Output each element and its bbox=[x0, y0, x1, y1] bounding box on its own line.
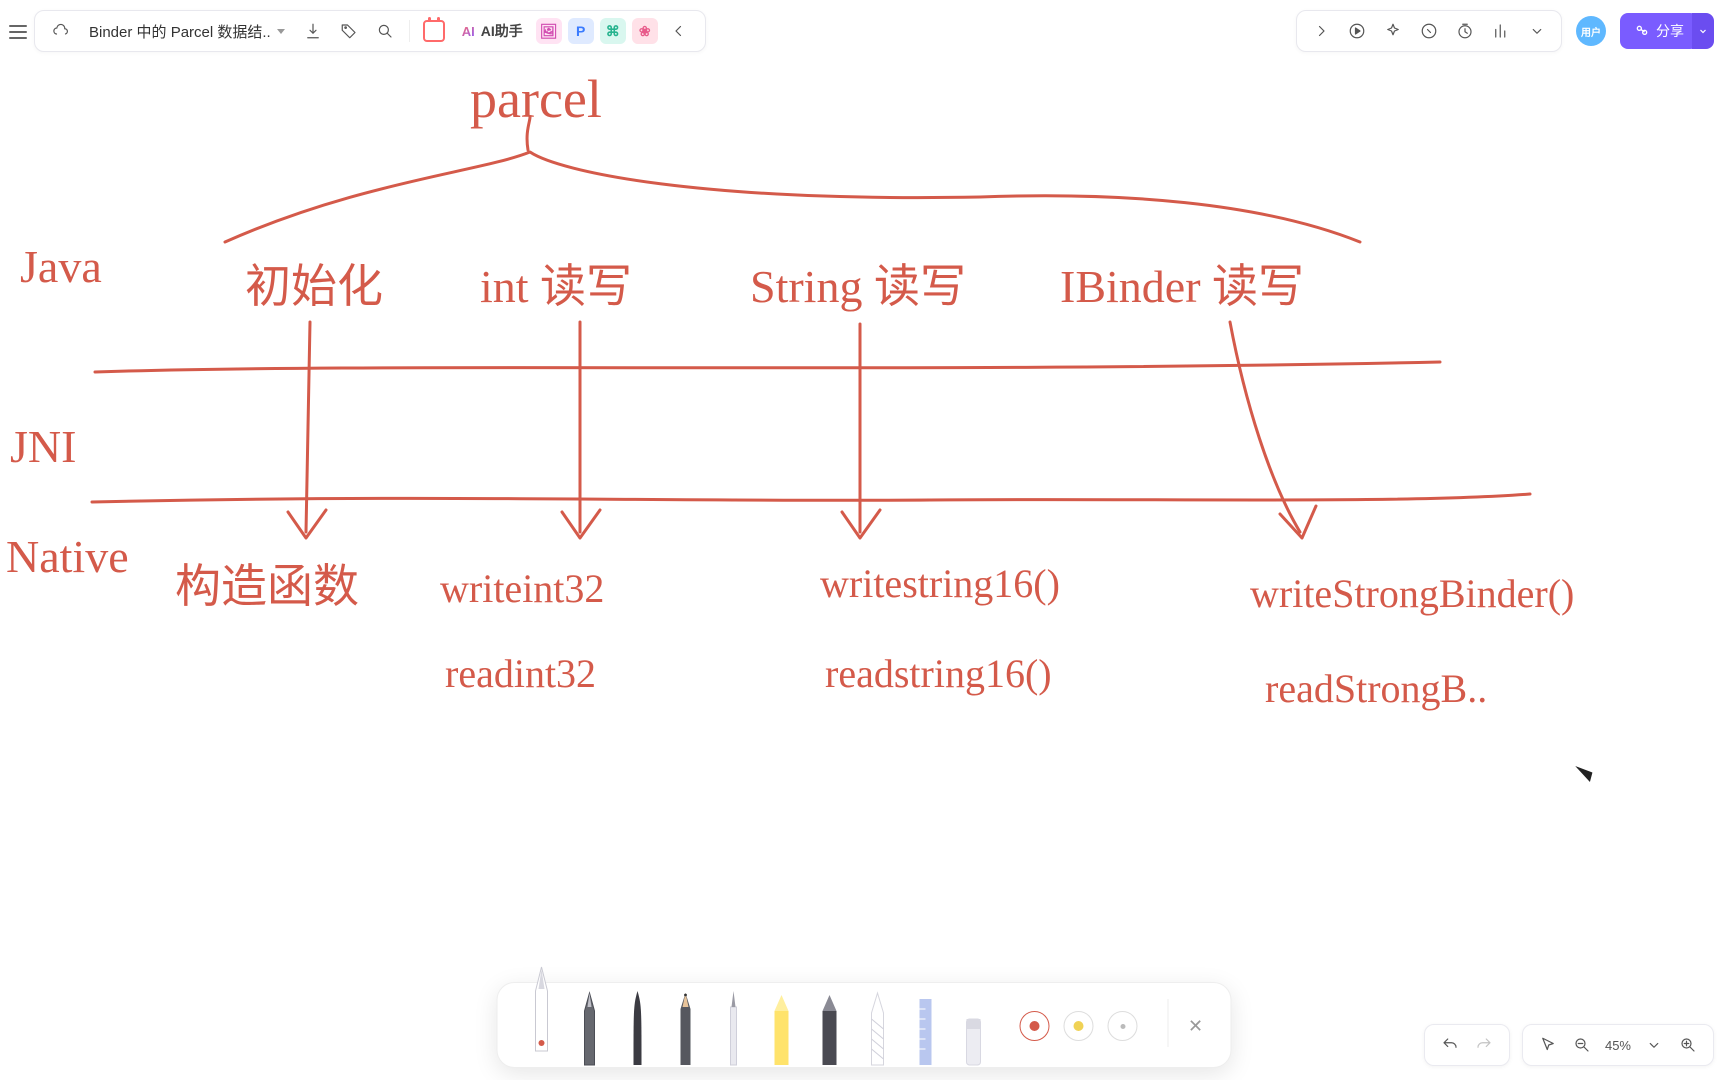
color-yellow-dot[interactable] bbox=[1064, 1011, 1094, 1041]
calendar-button[interactable] bbox=[416, 13, 452, 49]
search-button[interactable] bbox=[367, 13, 403, 49]
share-dropdown-button[interactable] bbox=[1692, 13, 1714, 49]
native-c1: 构造函数 bbox=[175, 561, 359, 612]
native-c4b: readStrongB.. bbox=[1265, 666, 1487, 711]
redo-button[interactable] bbox=[1467, 1028, 1501, 1062]
color-red-dot[interactable] bbox=[1020, 1011, 1050, 1041]
pen-ruler[interactable] bbox=[904, 989, 948, 1067]
highlighter-dark[interactable] bbox=[808, 989, 852, 1067]
col3-label: String 读写 bbox=[750, 261, 966, 312]
tool-link-button[interactable]: ⌘ bbox=[600, 18, 626, 44]
zoom-out-button[interactable] bbox=[1565, 1028, 1599, 1062]
tray-close-button[interactable]: ✕ bbox=[1181, 1011, 1211, 1041]
ai-label: AI助手 bbox=[481, 21, 523, 41]
play-button[interactable] bbox=[1339, 13, 1375, 49]
pen-tray: ✕ bbox=[497, 982, 1232, 1068]
ink-title: parcel bbox=[470, 69, 602, 129]
undo-button[interactable] bbox=[1433, 1028, 1467, 1062]
col2-label: int 读写 bbox=[480, 261, 632, 312]
pen-hatch[interactable] bbox=[856, 989, 900, 1067]
tool-image-button[interactable]: 🖼 bbox=[536, 18, 562, 44]
export-button[interactable] bbox=[295, 13, 331, 49]
layer-native-label: Native bbox=[6, 531, 129, 582]
pointer-mode-button[interactable] bbox=[1531, 1028, 1565, 1062]
native-c2a: writeint32 bbox=[440, 566, 604, 611]
share-group: 分享 bbox=[1620, 13, 1714, 49]
zoom-in-button[interactable] bbox=[1671, 1028, 1705, 1062]
expand-right-icon[interactable] bbox=[1303, 13, 1339, 49]
document-title: Binder 中的 Parcel 数据结.. bbox=[89, 21, 271, 42]
separator bbox=[1168, 999, 1169, 1047]
pen-fountain[interactable] bbox=[520, 977, 564, 1055]
record-button[interactable] bbox=[1411, 13, 1447, 49]
zoom-value: 45% bbox=[1599, 1038, 1637, 1053]
stats-button[interactable] bbox=[1483, 13, 1519, 49]
top-right-toolbar: 用户 分享 bbox=[1296, 10, 1714, 52]
layer-java-label: Java bbox=[20, 241, 102, 292]
zoom-menu-chevron[interactable] bbox=[1637, 1028, 1671, 1062]
tool-p-button[interactable]: P bbox=[568, 18, 594, 44]
pen-needle[interactable] bbox=[712, 989, 756, 1067]
pen-ink[interactable] bbox=[568, 989, 612, 1067]
zoom-group: 45% bbox=[1522, 1024, 1714, 1066]
ai-logo-icon: AI bbox=[462, 24, 475, 39]
col1-label: 初始化 bbox=[245, 261, 383, 312]
stroke-size-group bbox=[998, 1011, 1156, 1067]
top-left-toolbar: Binder 中的 Parcel 数据结.. AI AI助手 🖼 P ⌘ ❀ bbox=[34, 10, 706, 52]
pen-pencil[interactable] bbox=[664, 989, 708, 1067]
native-c2b: readint32 bbox=[445, 651, 596, 696]
separator bbox=[409, 20, 410, 42]
col4-label: IBinder 读写 bbox=[1060, 261, 1304, 312]
native-c3a: writestring16() bbox=[820, 561, 1060, 606]
stroke-thin-dot[interactable] bbox=[1108, 1011, 1138, 1041]
native-c3b: readstring16() bbox=[825, 651, 1052, 696]
cloud-sync-icon[interactable] bbox=[43, 13, 79, 49]
spark-button[interactable] bbox=[1375, 13, 1411, 49]
calendar-icon bbox=[423, 20, 445, 42]
drawing-canvas[interactable]: parcel Java JNI Native 初始化 int 读写 String… bbox=[0, 62, 1728, 1080]
ai-assistant-button[interactable]: AI AI助手 bbox=[452, 17, 533, 45]
highlighter-yellow[interactable] bbox=[760, 989, 804, 1067]
eraser-tool[interactable] bbox=[952, 989, 996, 1067]
main-menu-button[interactable] bbox=[4, 18, 32, 46]
document-title-dropdown[interactable]: Binder 中的 Parcel 数据结.. bbox=[79, 21, 295, 42]
layer-jni-label: JNI bbox=[10, 421, 76, 472]
pen-brush[interactable] bbox=[616, 989, 660, 1067]
playback-toolbar bbox=[1296, 10, 1562, 52]
native-c4a: writeStrongBinder() bbox=[1250, 571, 1574, 616]
bottom-right-controls: 45% bbox=[1424, 1024, 1714, 1066]
chevron-down-icon bbox=[277, 29, 285, 34]
undo-redo-group bbox=[1424, 1024, 1510, 1066]
more-chevron-icon[interactable] bbox=[1519, 13, 1555, 49]
share-label: 分享 bbox=[1656, 21, 1684, 41]
user-avatar[interactable]: 用户 bbox=[1576, 16, 1606, 46]
tag-button[interactable] bbox=[331, 13, 367, 49]
timer-button[interactable] bbox=[1447, 13, 1483, 49]
tool-flower-button[interactable]: ❀ bbox=[632, 18, 658, 44]
share-button[interactable]: 分享 bbox=[1620, 13, 1698, 49]
collapse-left-icon[interactable] bbox=[661, 13, 697, 49]
